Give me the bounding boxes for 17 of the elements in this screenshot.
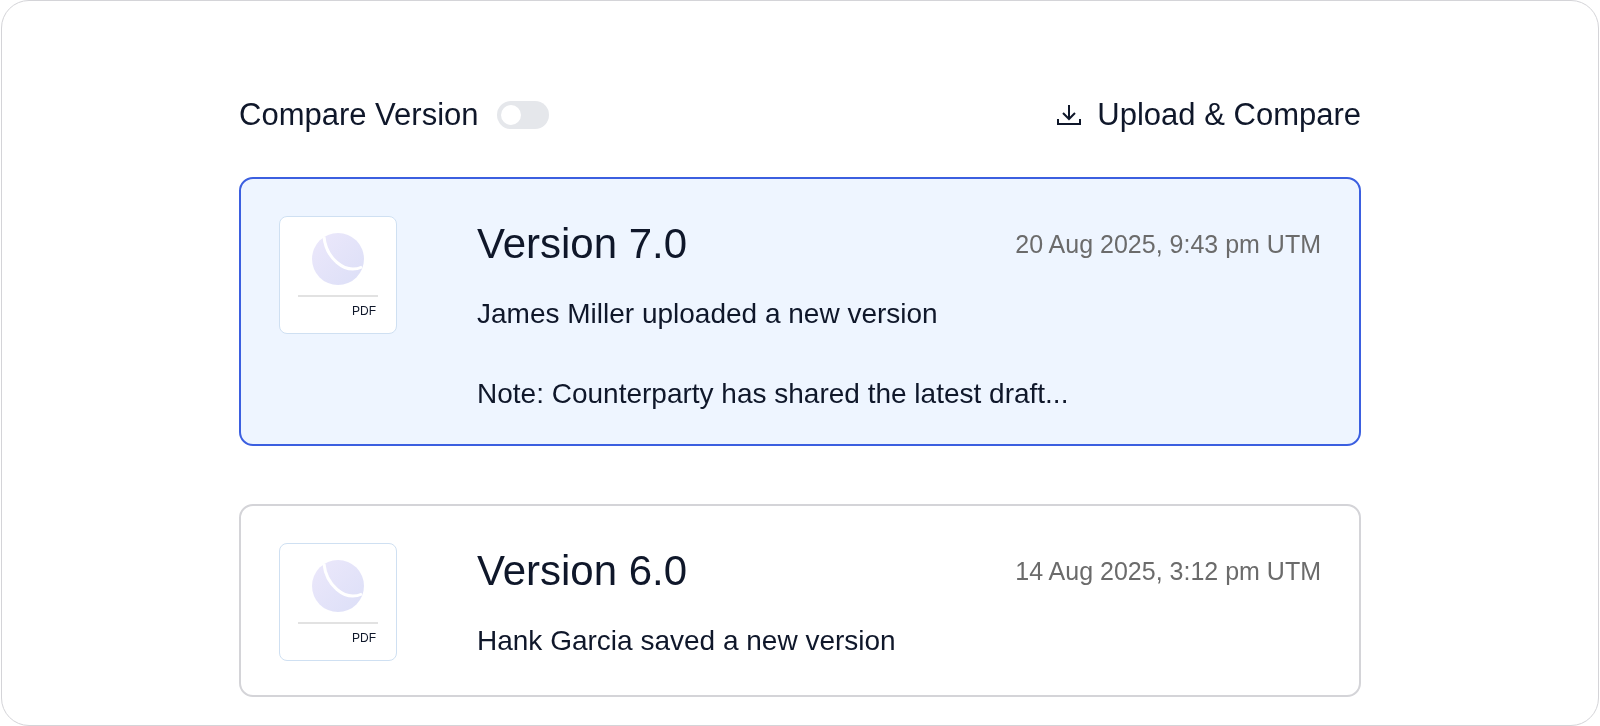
- activity-text: Hank Garcia saved a new version: [477, 625, 897, 657]
- version-title: Version 7.0: [477, 220, 688, 268]
- activity-text: James Miller uploaded a new version: [477, 298, 939, 330]
- version-date: 20 Aug 2025, 9:43 pm UTM: [1015, 229, 1321, 259]
- file-type-label: PDF: [352, 304, 376, 318]
- download-icon: [1055, 103, 1084, 127]
- file-preview-icon: [310, 231, 366, 287]
- version-date: 14 Aug 2025, 3:12 pm UTM: [1015, 556, 1321, 586]
- file-type-label: PDF: [352, 631, 376, 645]
- compare-toggle[interactable]: [496, 101, 549, 129]
- version-title: Version 6.0: [477, 547, 688, 595]
- version-card[interactable]: PDF Version 7.0 20 Aug 2025, 9:43 pm UTM James Miller uploaded a new version Note: Counterparty has shared the latest draft...: [239, 177, 1361, 446]
- version-card[interactable]: PDF Version 6.0 14 Aug 2025, 3:12 pm UTM Hank Garcia saved a new version: [239, 504, 1361, 697]
- compare-version-label: Compare Version: [239, 97, 479, 133]
- file-preview-icon: [310, 558, 366, 614]
- note-text: Note: Counterparty has shared the latest draft...: [477, 378, 1070, 410]
- upload-compare-button[interactable]: Upload & Compare: [1055, 97, 1361, 133]
